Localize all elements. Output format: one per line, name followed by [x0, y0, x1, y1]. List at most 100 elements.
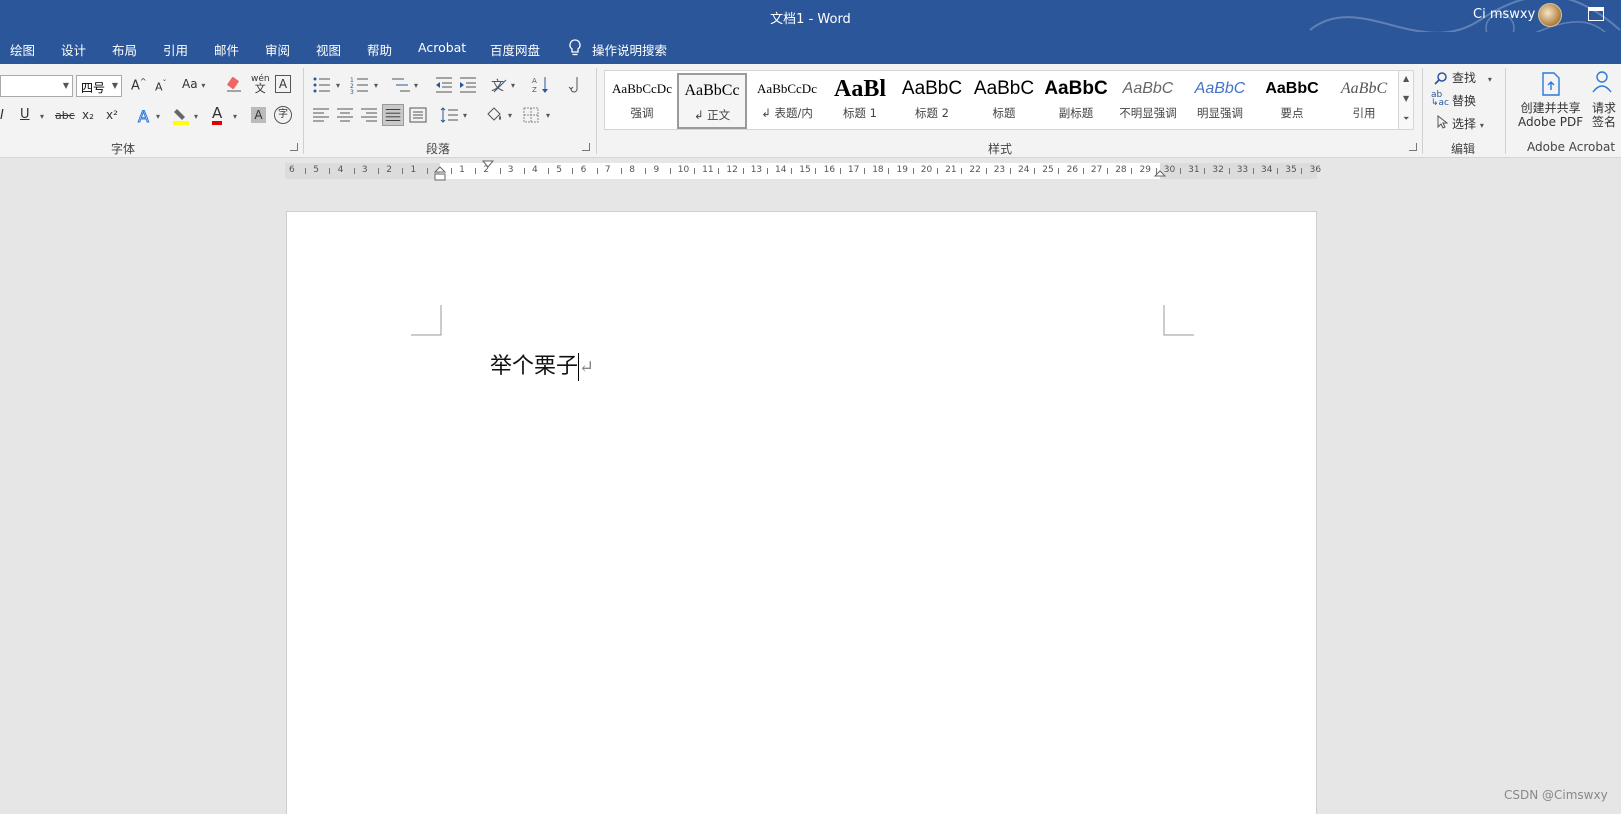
font-dialog-launcher[interactable] — [290, 143, 298, 151]
font-size-select[interactable]: 四号 ▼ — [76, 75, 122, 97]
tab-baidu-netdisk[interactable]: 百度网盘 — [490, 40, 540, 59]
select-button[interactable]: 选择 ▾ — [1452, 115, 1484, 132]
horizontal-ruler[interactable]: 6 5 4 3 2 1 1 2 3 4 5 6 7 8 9 10 11 12 13 14 15 16 17 18 19 20 21 2… — [285, 160, 1321, 181]
ruler-tick — [548, 168, 550, 174]
show-formatting-marks-icon[interactable] — [564, 75, 580, 95]
style-intense-emphasis[interactable]: AaBbC 明显强调 — [1185, 73, 1255, 129]
style-strong[interactable]: AaBbC 要点 — [1257, 73, 1327, 129]
justify-icon[interactable] — [382, 104, 404, 126]
ruler-number: 2 — [386, 165, 392, 175]
tab-design[interactable]: 设计 — [61, 40, 86, 59]
tab-review[interactable]: 审阅 — [265, 40, 290, 59]
font-name-select[interactable]: ▼ — [0, 75, 73, 97]
change-case-button[interactable]: Aa ▾ — [182, 77, 205, 91]
font-color-dropdown[interactable]: ▾ — [233, 112, 237, 121]
shrink-font-button[interactable]: Aˇ — [155, 79, 167, 94]
svg-text:3: 3 — [350, 89, 354, 94]
more-styles-icon[interactable]: ⏷ — [1403, 114, 1409, 124]
text-effects-icon[interactable]: A — [136, 107, 154, 125]
italic-button[interactable]: I — [0, 108, 4, 123]
style-emphasis[interactable]: AaBbCcDc 强调 — [607, 73, 677, 129]
request-signature-button[interactable]: 请求 签名 — [1592, 101, 1616, 129]
highlight-dropdown[interactable]: ▾ — [194, 112, 198, 121]
highlight-color-icon[interactable] — [172, 106, 192, 126]
request-signature-icon — [1592, 71, 1612, 93]
style-subtle-emphasis[interactable]: AaBbC 不明显强调 — [1113, 73, 1183, 129]
styles-gallery-scroll[interactable]: ▲ ▼ ⏷ — [1398, 70, 1414, 130]
chinese-layout-icon[interactable]: 文 ▾ — [490, 76, 520, 94]
ruler-tick — [572, 168, 574, 174]
replace-button[interactable]: 替换 — [1452, 92, 1476, 109]
tab-references[interactable]: 引用 — [163, 40, 188, 59]
tab-acrobat[interactable]: Acrobat — [418, 40, 466, 55]
multilevel-list-icon[interactable]: ▾ — [390, 76, 430, 94]
ruler-number: 5 — [313, 165, 320, 175]
underline-button[interactable]: U — [20, 107, 30, 122]
chevron-down-icon[interactable]: ▼ — [1403, 94, 1409, 103]
subscript-button[interactable]: x₂ — [82, 108, 94, 122]
align-left-icon[interactable] — [312, 107, 330, 123]
ruler-tick — [596, 168, 598, 174]
tab-draw[interactable]: 绘图 — [10, 40, 35, 59]
style-title[interactable]: AaBbC 标题 — [969, 73, 1039, 129]
ruler-number: 6 — [580, 165, 587, 175]
first-line-indent-marker[interactable] — [482, 160, 494, 170]
enclose-characters-button[interactable]: 字 — [274, 106, 292, 124]
style-heading-2[interactable]: AaBbC 标题 2 — [897, 73, 967, 129]
style-normal[interactable]: AaBbCc ↲ 正文 — [677, 73, 747, 129]
ribbon-display-options-icon[interactable] — [1588, 7, 1604, 21]
find-button[interactable]: 查找 ▾ — [1452, 69, 1492, 86]
decrease-indent-icon[interactable] — [434, 76, 454, 94]
styles-dialog-launcher[interactable] — [1409, 143, 1417, 151]
chevron-up-icon[interactable]: ▲ — [1403, 74, 1409, 83]
character-shading-button[interactable]: A — [251, 107, 266, 123]
create-share-pdf-button[interactable]: 创建并共享 Adobe PDF — [1518, 101, 1583, 129]
strikethrough-button[interactable]: abc — [55, 109, 75, 122]
ruler-number: 34 — [1261, 165, 1273, 175]
grow-font-button[interactable]: A^ — [131, 77, 147, 93]
shading-icon[interactable]: ▾ — [484, 106, 518, 124]
avatar[interactable] — [1538, 3, 1562, 27]
style-heading-1[interactable]: AaBl 标题 1 — [825, 73, 895, 129]
increase-indent-icon[interactable] — [458, 76, 478, 94]
ruler-tick — [961, 168, 963, 174]
font-color-button[interactable]: A — [212, 105, 223, 125]
phonetic-guide-button[interactable]: wén 文 — [251, 75, 270, 95]
line-spacing-icon[interactable]: ▾ — [440, 106, 472, 124]
tab-mailings[interactable]: 邮件 — [214, 40, 239, 59]
align-right-icon[interactable] — [360, 107, 378, 123]
right-indent-marker[interactable] — [1154, 163, 1166, 179]
ruler-number: 15 — [799, 165, 811, 175]
tab-view[interactable]: 视图 — [316, 40, 341, 59]
tell-me-search[interactable]: 操作说明搜索 — [592, 40, 667, 59]
ruler-tick — [353, 168, 355, 174]
style-quote[interactable]: AaBbC 引用 — [1329, 73, 1399, 129]
distributed-icon[interactable] — [409, 107, 427, 123]
clear-formatting-icon[interactable] — [226, 76, 242, 94]
superscript-button[interactable]: x² — [106, 108, 118, 122]
character-border-button[interactable]: A — [275, 75, 291, 93]
svg-text:Z: Z — [532, 86, 537, 94]
cursor-arrow-icon — [1437, 115, 1448, 129]
underline-dropdown[interactable]: ▾ — [40, 112, 44, 121]
style-subtitle[interactable]: AaBbC 副标题 — [1041, 73, 1111, 129]
paragraph-dialog-launcher[interactable] — [582, 143, 590, 151]
text-effects-dropdown[interactable]: ▾ — [156, 112, 160, 121]
tab-layout[interactable]: 布局 — [112, 40, 137, 59]
ruler-tick — [766, 168, 768, 174]
left-indent-marker[interactable] — [433, 163, 447, 189]
ruler-tick — [1058, 168, 1060, 174]
borders-icon[interactable]: ▾ — [522, 106, 556, 124]
document-body-text[interactable]: 举个栗子↵ — [490, 348, 594, 381]
style-table-text[interactable]: AaBbCcDc ↲ 表题/内 — [749, 73, 825, 129]
bullets-icon[interactable]: ▾ — [312, 76, 352, 94]
sort-icon[interactable]: AZ — [532, 75, 550, 95]
paragraph-text[interactable]: 举个栗子 — [490, 354, 578, 379]
ruler-number: 29 — [1139, 165, 1151, 175]
document-page[interactable] — [286, 211, 1317, 814]
numbering-icon[interactable]: 1 2 3 ▾ — [350, 76, 390, 94]
align-center-icon[interactable] — [336, 107, 354, 123]
tab-help[interactable]: 帮助 — [367, 40, 392, 59]
separator — [303, 68, 304, 154]
user-name[interactable]: Ci mswxy — [1473, 7, 1535, 22]
